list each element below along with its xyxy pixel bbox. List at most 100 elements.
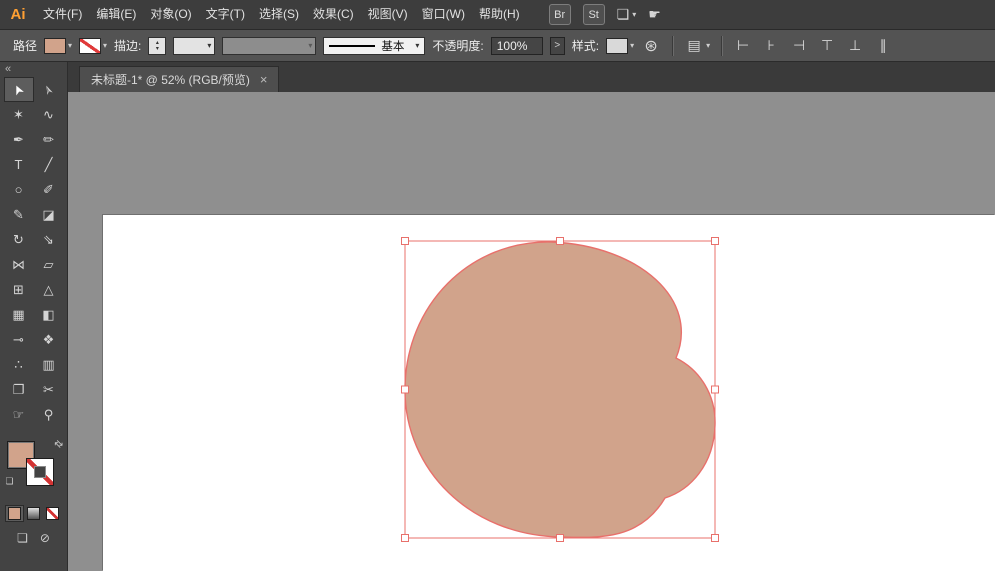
type-tool[interactable]: T (4, 152, 34, 177)
color-mode-mini (8, 507, 21, 520)
selection-handle[interactable] (402, 535, 409, 542)
blend-tool[interactable]: ❖ (34, 327, 64, 352)
fill-swatch[interactable] (44, 38, 66, 54)
mesh-tool[interactable]: ▦ (4, 302, 34, 327)
free-transform-tool[interactable]: ▱ (34, 252, 64, 277)
stroke-swatch[interactable] (79, 38, 101, 54)
graphic-style-swatch (606, 38, 628, 54)
align-group: ⊢ ⊦ ⊣ ⊤ ⊥ ∥ (733, 37, 893, 54)
draw-mode-icon[interactable]: ❏ (17, 531, 28, 545)
close-icon[interactable]: × (260, 73, 268, 86)
color-wells: ⇄ ❏ (3, 437, 65, 495)
arrange-control[interactable]: ▤ ▾ (684, 37, 710, 54)
magic-wand-tool[interactable]: ✶ (4, 102, 34, 127)
chevron-down-icon: ▾ (207, 41, 211, 50)
chevron-down-icon: ▾ (103, 41, 107, 50)
curvature-tool[interactable]: ✏ (34, 127, 64, 152)
default-fill-stroke-icon[interactable]: ❏ (6, 476, 14, 487)
pen-tool[interactable]: ✒ (4, 127, 34, 152)
stroke-color-control[interactable]: ▾ (79, 38, 107, 54)
menu-file[interactable]: 文件(F) (36, 0, 89, 29)
menu-help[interactable]: 帮助(H) (472, 0, 527, 29)
opacity-input[interactable]: 100% (491, 37, 543, 55)
tool-panel: « ➤➢✶∿✒✏T╱○✐✎◪↻⇘⋈▱⊞△▦◧⊸❖∴▥❐✂☞⚲ ⇄ ❏ ❏⊘ (0, 62, 68, 571)
brush-definition-dropdown[interactable]: ▾ (222, 37, 316, 55)
fill-color-control[interactable]: ▾ (44, 38, 72, 54)
eyedropper-tool[interactable]: ⊸ (4, 327, 34, 352)
opacity-expander-button[interactable]: > (550, 37, 565, 55)
menu-edit[interactable]: 编辑(E) (89, 0, 143, 29)
slice-tool[interactable]: ✂ (34, 377, 64, 402)
recolor-artwork-icon[interactable]: ⊛ (641, 36, 661, 56)
app-logo: Ai (0, 6, 36, 23)
selection-handle[interactable] (402, 386, 409, 393)
eraser-tool[interactable]: ◪ (34, 202, 64, 227)
distribute-horizontal-icon[interactable]: ∥ (873, 37, 893, 54)
perspective-grid-tool[interactable]: △ (34, 277, 64, 302)
menu-object[interactable]: 对象(O) (143, 0, 198, 29)
color-button[interactable] (5, 505, 24, 522)
stroke-style-label: 基本 (381, 38, 404, 54)
pencil-tool[interactable]: ✎ (4, 202, 34, 227)
align-horizontal-left-icon[interactable]: ⊢ (733, 37, 753, 54)
stroke-weight-dropdown[interactable]: ▾ (173, 37, 215, 55)
align-vertical-bottom-icon[interactable]: ⊥ (845, 37, 865, 54)
blob-shape[interactable] (405, 242, 715, 537)
column-graph-tool[interactable]: ▥ (34, 352, 64, 377)
swap-fill-stroke-icon[interactable]: ⇄ (51, 438, 65, 452)
touch-hand-icon[interactable]: ☛ (648, 6, 661, 23)
direct-selection-tool[interactable]: ➢ (34, 77, 64, 102)
screen-mode-icon[interactable]: ⊘ (40, 531, 50, 545)
lasso-tool[interactable]: ∿ (34, 102, 64, 127)
artboard-tool[interactable]: ❐ (4, 377, 34, 402)
menubar-right: Br St ❏ ▾ ☛ (549, 4, 661, 25)
line-segment-tool[interactable]: ╱ (34, 152, 64, 177)
rotate-tool[interactable]: ↻ (4, 227, 34, 252)
align-vertical-top-icon[interactable]: ⊤ (817, 37, 837, 54)
stroke-hole (34, 466, 46, 478)
menu-window[interactable]: 窗口(W) (415, 0, 472, 29)
selection-handle[interactable] (402, 238, 409, 245)
none-button[interactable] (43, 505, 62, 522)
ellipse-tool[interactable]: ○ (4, 177, 34, 202)
paintbrush-tool[interactable]: ✐ (34, 177, 64, 202)
arrange-icon: ▤ (684, 37, 704, 54)
selection-handle[interactable] (557, 238, 564, 245)
gradient-button[interactable] (24, 505, 43, 522)
stock-button[interactable]: St (583, 4, 605, 25)
shape-builder-tool[interactable]: ⊞ (4, 277, 34, 302)
menu-select[interactable]: 选择(S) (252, 0, 306, 29)
symbol-sprayer-tool[interactable]: ∴ (4, 352, 34, 377)
align-horizontal-right-icon[interactable]: ⊣ (789, 37, 809, 54)
menu-type[interactable]: 文字(T) (199, 0, 252, 29)
gradient-mode-mini (27, 507, 40, 520)
selection-handle[interactable] (557, 535, 564, 542)
bridge-button[interactable]: Br (549, 4, 571, 25)
chevron-down-icon: ▾ (308, 41, 312, 50)
scale-tool[interactable]: ⇘ (34, 227, 64, 252)
align-horizontal-center-icon[interactable]: ⊦ (761, 37, 781, 54)
menu-effect[interactable]: 效果(C) (306, 0, 361, 29)
document-tab[interactable]: 未标题-1* @ 52% (RGB/预览) × (79, 66, 279, 92)
gradient-tool[interactable]: ◧ (34, 302, 64, 327)
graphic-style-dropdown[interactable]: ▾ (606, 38, 634, 54)
separator (721, 36, 722, 56)
chevron-down-icon: ▾ (632, 10, 636, 19)
selection-handle[interactable] (712, 386, 719, 393)
spinner-down-icon[interactable]: ▾ (156, 46, 159, 52)
stroke-well[interactable] (26, 458, 54, 486)
hand-tool[interactable]: ☞ (4, 402, 34, 427)
workspace-icon: ❏ (617, 6, 630, 23)
stroke-style-control[interactable]: 基本 ▾ (323, 37, 425, 55)
workspace-switcher[interactable]: ❏ ▾ (617, 6, 637, 23)
menu-view[interactable]: 视图(V) (361, 0, 415, 29)
selection-handle[interactable] (712, 535, 719, 542)
selection-tool[interactable]: ➤ (4, 77, 34, 102)
opacity-label: 不透明度: (432, 37, 483, 54)
stroke-weight-stepper[interactable]: ▴ ▾ (148, 37, 166, 55)
zoom-tool[interactable]: ⚲ (34, 402, 64, 427)
panel-collapse-button[interactable]: « (0, 62, 67, 77)
selection-handle[interactable] (712, 238, 719, 245)
width-tool[interactable]: ⋈ (4, 252, 34, 277)
toolbar-bottom-icons: ❏⊘ (0, 531, 67, 545)
